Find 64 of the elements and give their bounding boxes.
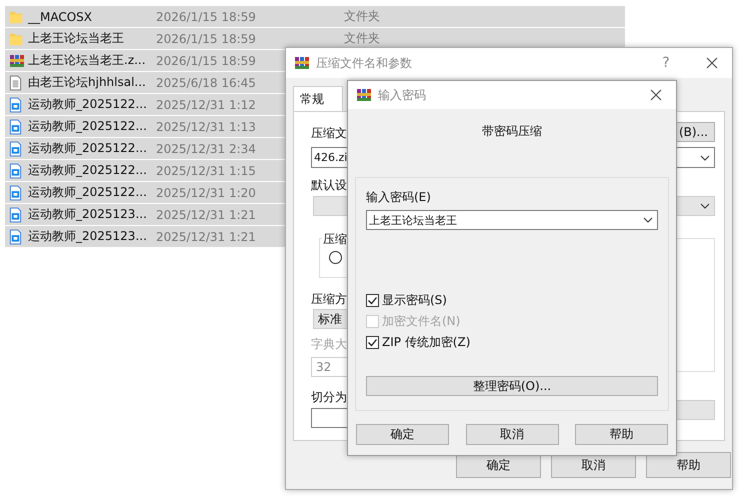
dialog-heading: 带密码压缩 [481, 123, 543, 140]
file-type: 文件夹 [344, 8, 380, 25]
help-button[interactable]: ? [646, 48, 686, 78]
file-date: 2025/12/31 1:12 [156, 98, 256, 112]
password-field[interactable]: 上老王论坛当老王 [366, 210, 658, 230]
file-row[interactable]: __MACOSX 2026/1/15 18:59 文件夹 [5, 6, 625, 28]
window-title: 输入密码 [378, 86, 426, 104]
file-type: 文件夹 [344, 30, 380, 47]
close-icon [706, 57, 718, 69]
file-date: 2026/1/15 18:59 [156, 10, 256, 24]
file-name: 上老王论坛当老王.z... [28, 52, 147, 69]
books-icon [356, 87, 372, 103]
checkbox-option[interactable]: 显示密码(S) [366, 292, 470, 308]
image-file-icon [9, 96, 22, 112]
file-date: 2025/12/31 1:13 [156, 120, 256, 134]
chevron-down-icon [643, 217, 653, 223]
document-icon [9, 74, 22, 90]
file-row[interactable]: 上老王论坛当老王 2026/1/15 18:59 文件夹 [5, 28, 625, 50]
dialog-button[interactable]: 确定 [356, 424, 449, 445]
file-name: 运动教师_2025122... [28, 184, 148, 201]
field-label: 默认设 [311, 177, 347, 194]
file-name: 运动教师_2025122... [28, 118, 148, 135]
file-date: 2025/12/31 1:21 [156, 230, 256, 244]
checkbox[interactable] [366, 336, 379, 348]
file-name: 运动教师_2025122... [28, 162, 148, 179]
file-date: 2025/12/31 1:15 [156, 164, 256, 178]
image-file-icon [9, 184, 22, 200]
field-label: 字典大 [311, 336, 347, 353]
close-icon [650, 89, 662, 101]
books-icon [294, 55, 310, 71]
file-name: 上老王论坛当老王 [28, 30, 125, 47]
image-file-icon [9, 118, 22, 134]
file-name: 运动教师_2025123... [28, 228, 148, 245]
field-label: 输入密码(E) [366, 189, 431, 206]
image-file-icon [9, 206, 22, 222]
checkbox[interactable] [366, 294, 379, 306]
organize-passwords-button[interactable]: 整理密码(O)... [366, 376, 658, 396]
file-date: 2026/1/15 18:59 [156, 32, 256, 46]
file-date: 2025/6/18 16:45 [156, 76, 256, 90]
file-date: 2025/12/31 1:21 [156, 208, 256, 222]
field-label: 切分为 [311, 389, 347, 406]
file-date: 2026/1/15 18:59 [156, 54, 256, 68]
chevron-down-icon [700, 154, 710, 160]
file-name: 运动教师_2025123... [28, 206, 148, 223]
image-file-icon [9, 162, 22, 178]
file-name: 运动教师_2025122... [28, 140, 148, 157]
file-date: 2025/12/31 1:20 [156, 186, 256, 200]
field-label: 压缩方 [311, 291, 347, 308]
checkbox-option[interactable]: ZIP 传统加密(Z) [366, 334, 470, 350]
image-file-icon [9, 140, 22, 156]
file-name: 运动教师_2025122... [28, 96, 148, 113]
tab[interactable]: 常规 [293, 86, 343, 111]
books-icon [9, 52, 25, 68]
file-name: 由老王论坛hjhhlsal... [28, 74, 147, 91]
chevron-down-icon [700, 203, 710, 209]
field-label: 压缩文 [311, 125, 347, 142]
image-file-icon [9, 228, 22, 244]
dialog-button[interactable]: 取消 [466, 424, 558, 445]
file-date: 2025/12/31 2:34 [156, 142, 256, 156]
dialog-button[interactable]: 帮助 [646, 452, 731, 478]
window-title: 压缩文件名和参数 [316, 54, 412, 72]
file-name: __MACOSX [28, 10, 94, 24]
dialog-button[interactable]: 帮助 [575, 424, 668, 445]
radio-button[interactable] [329, 251, 342, 264]
